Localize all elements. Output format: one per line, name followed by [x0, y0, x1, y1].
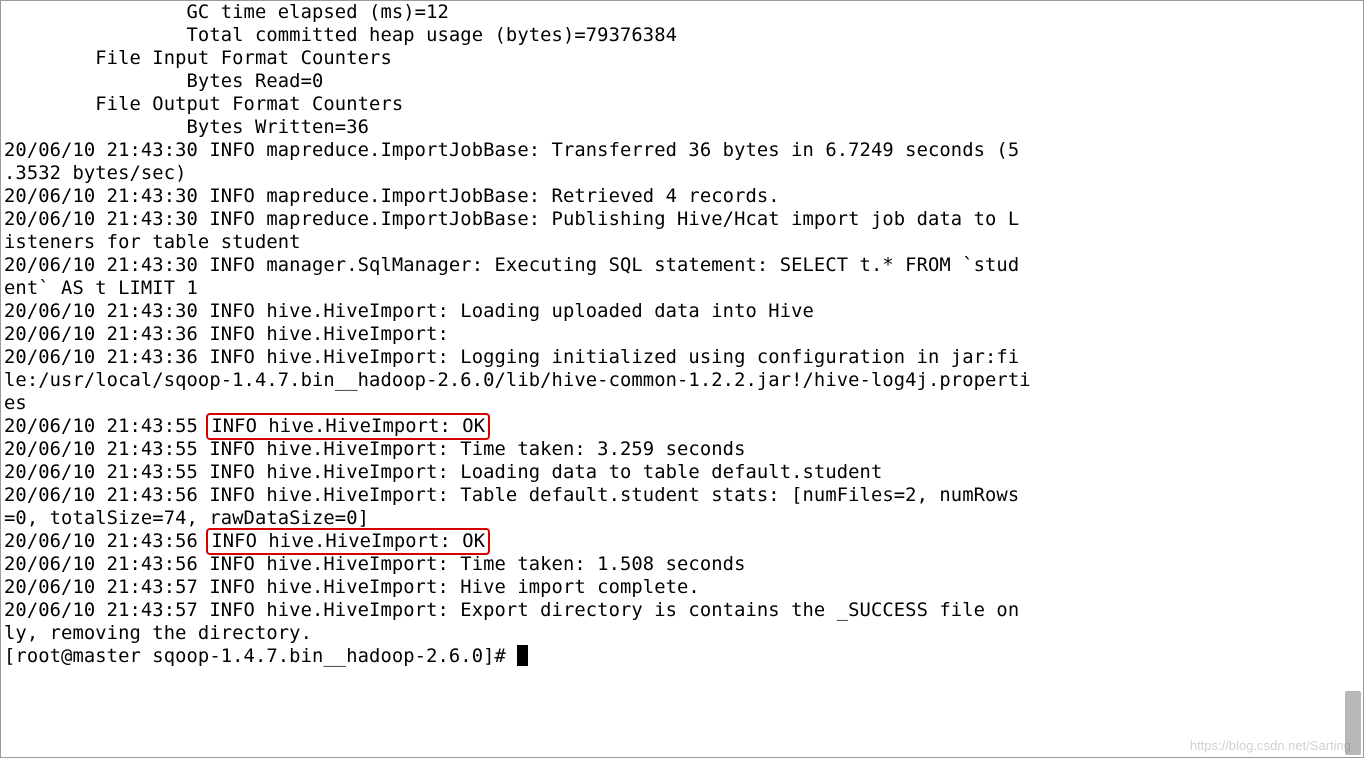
log-line: File Input Format Counters — [4, 48, 392, 69]
log-line: 20/06/10 21:43:56 INFO hive.HiveImport: … — [4, 554, 745, 575]
log-line: Total committed heap usage (bytes)=79376… — [4, 25, 677, 46]
log-line: 20/06/10 21:43:57 INFO hive.HiveImport: … — [4, 600, 1019, 621]
log-line: 20/06/10 21:43:56 INFO hive.HiveImport: … — [4, 485, 1019, 506]
log-line: 20/06/10 21:43:36 INFO hive.HiveImport: … — [4, 347, 1019, 368]
log-line: 20/06/10 21:43:57 INFO hive.HiveImport: … — [4, 577, 700, 598]
log-line: =0, totalSize=74, rawDataSize=0] — [4, 508, 369, 529]
log-line: 20/06/10 21:43:30 INFO mapreduce.ImportJ… — [4, 186, 780, 207]
log-line: Bytes Written=36 — [4, 117, 369, 138]
highlighted-ok-2: INFO hive.HiveImport: OK — [206, 528, 490, 555]
log-line-timestamp: 20/06/10 21:43:56 — [4, 531, 209, 552]
log-line: .3532 bytes/sec) — [4, 163, 187, 184]
log-line: 20/06/10 21:43:55 INFO hive.HiveImport: … — [4, 439, 745, 460]
log-line-timestamp: 20/06/10 21:43:55 — [4, 416, 209, 437]
log-line: ent` AS t LIMIT 1 — [4, 278, 198, 299]
log-line: GC time elapsed (ms)=12 — [4, 2, 449, 23]
cursor-icon — [517, 645, 528, 666]
scrollbar-track[interactable] — [1343, 3, 1361, 755]
log-line: File Output Format Counters — [4, 94, 403, 115]
terminal-output[interactable]: GC time elapsed (ms)=12 Total committed … — [4, 1, 1339, 755]
log-line: Bytes Read=0 — [4, 71, 323, 92]
log-line: 20/06/10 21:43:30 INFO hive.HiveImport: … — [4, 301, 814, 322]
log-line: le:/usr/local/sqoop-1.4.7.bin__hadoop-2.… — [4, 370, 1031, 391]
log-line: ly, removing the directory. — [4, 623, 312, 644]
log-line: 20/06/10 21:43:30 INFO manager.SqlManage… — [4, 255, 1019, 276]
log-line: 20/06/10 21:43:55 INFO hive.HiveImport: … — [4, 462, 882, 483]
log-line: 20/06/10 21:43:30 INFO mapreduce.ImportJ… — [4, 140, 1019, 161]
highlighted-ok-1: INFO hive.HiveImport: OK — [206, 413, 490, 440]
log-line: 20/06/10 21:43:30 INFO mapreduce.ImportJ… — [4, 209, 1019, 230]
terminal-window: GC time elapsed (ms)=12 Total committed … — [0, 0, 1364, 758]
shell-prompt[interactable]: [root@master sqoop-1.4.7.bin__hadoop-2.6… — [4, 646, 517, 667]
scrollbar-thumb[interactable] — [1345, 691, 1361, 755]
log-line: es — [4, 393, 27, 414]
log-line: isteners for table student — [4, 232, 301, 253]
log-line: 20/06/10 21:43:36 INFO hive.HiveImport: — [4, 324, 449, 345]
